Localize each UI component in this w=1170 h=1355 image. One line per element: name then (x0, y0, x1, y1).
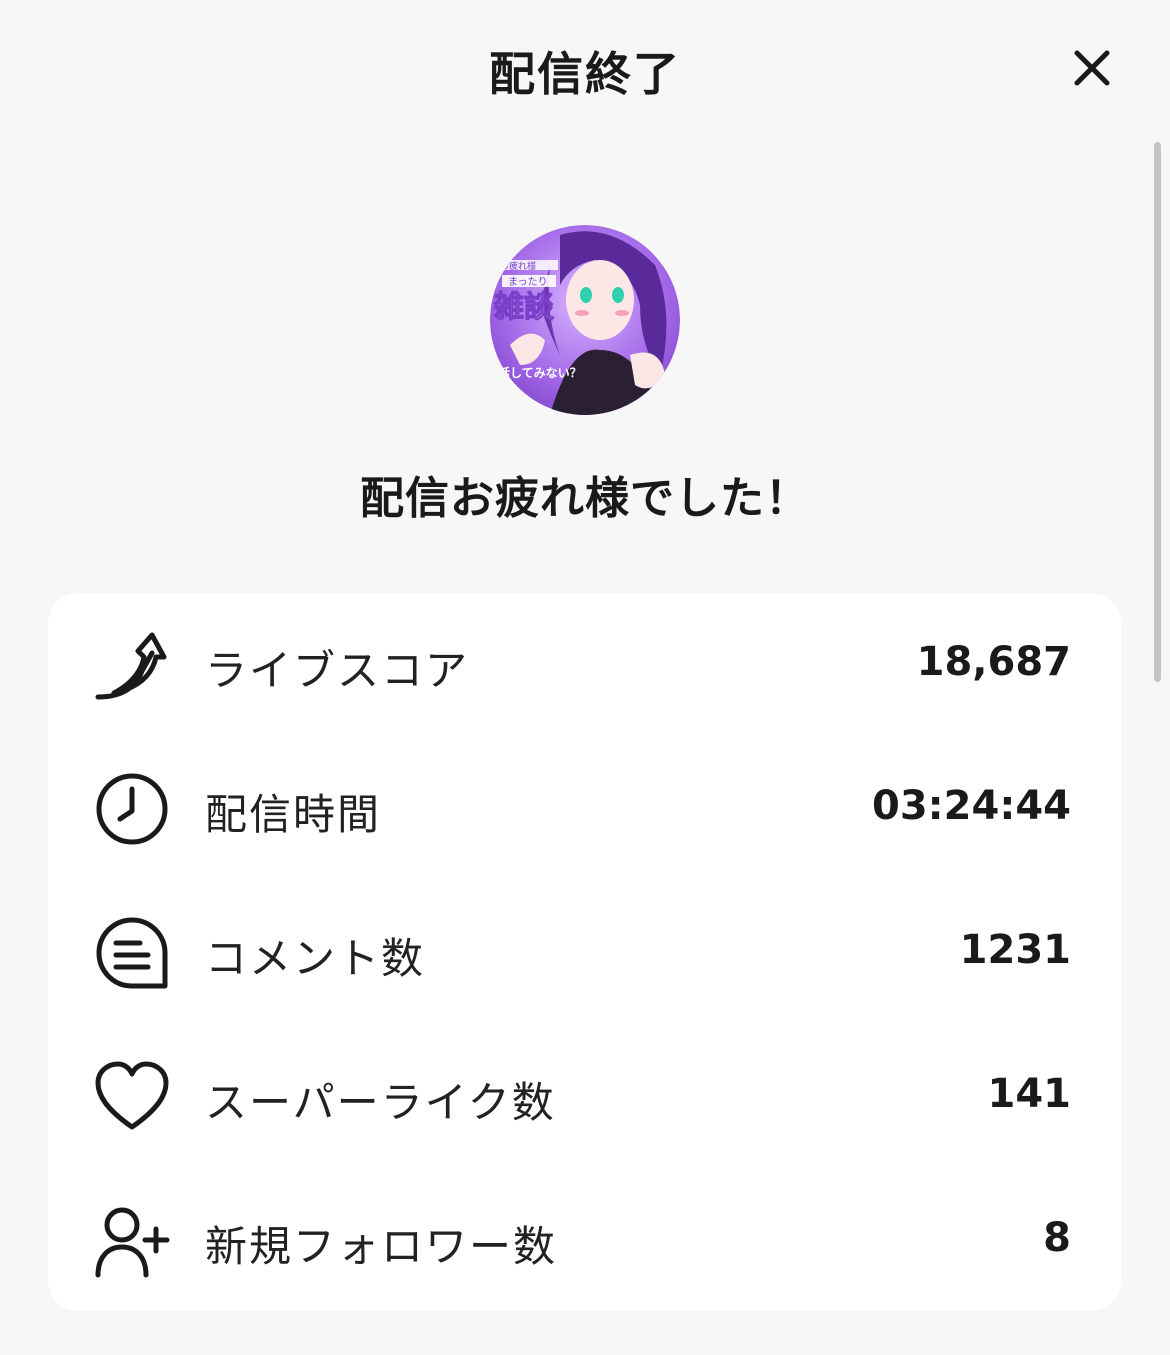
close-icon (1074, 50, 1110, 86)
stat-row-super-likes: スーパーライク数 141 (48, 1025, 1121, 1169)
page-title: 配信終了 (489, 47, 681, 101)
close-button[interactable] (1066, 42, 1118, 94)
avatar: お疲れ様 まったり 雑談 話してみない？ (490, 225, 680, 415)
stat-label: スーパーライク数 (205, 1078, 556, 1127)
stat-value: 8 (1043, 1215, 1071, 1261)
svg-text:お疲れ様: お疲れ様 (500, 260, 536, 272)
header: 配信終了 (0, 0, 1170, 135)
svg-text:まったり: まったり (508, 276, 548, 288)
stat-value: 18,687 (916, 639, 1071, 685)
stat-value: 03:24:44 (872, 783, 1071, 829)
stat-label: 新規フォロワー数 (205, 1222, 558, 1271)
stat-label: コメント数 (205, 934, 426, 983)
stat-row-new-followers: 新規フォロワー数 8 (48, 1169, 1121, 1313)
stat-label: 配信時間 (205, 790, 382, 839)
comment-icon (94, 915, 170, 991)
heart-icon (94, 1059, 170, 1135)
stat-row-stream-time: 配信時間 03:24:44 (48, 737, 1121, 881)
stat-label: ライブスコア (205, 646, 470, 695)
stat-row-comments: コメント数 1231 (48, 881, 1121, 1025)
stats-card: ライブスコア 18,687 配信時間 03:24:44 コメント数 1231 ス… (48, 593, 1121, 1311)
clock-icon (94, 771, 170, 847)
svg-text:話してみない？: 話してみない？ (498, 365, 582, 380)
stat-value: 1231 (959, 927, 1071, 973)
stream-end-page: 配信終了 お疲れ様 まったり 雑談 話してみない？ 配信お疲れ様でした！ ライブ… (0, 0, 1170, 1355)
live-score-arrow-icon (94, 627, 170, 703)
scrollbar[interactable] (1154, 142, 1161, 682)
stat-row-live-score: ライブスコア 18,687 (48, 593, 1121, 737)
stat-value: 141 (987, 1071, 1072, 1117)
thanks-message: 配信お疲れ様でした！ (360, 473, 810, 524)
svg-text:雑談: 雑談 (493, 290, 555, 325)
add-user-icon (94, 1203, 170, 1279)
